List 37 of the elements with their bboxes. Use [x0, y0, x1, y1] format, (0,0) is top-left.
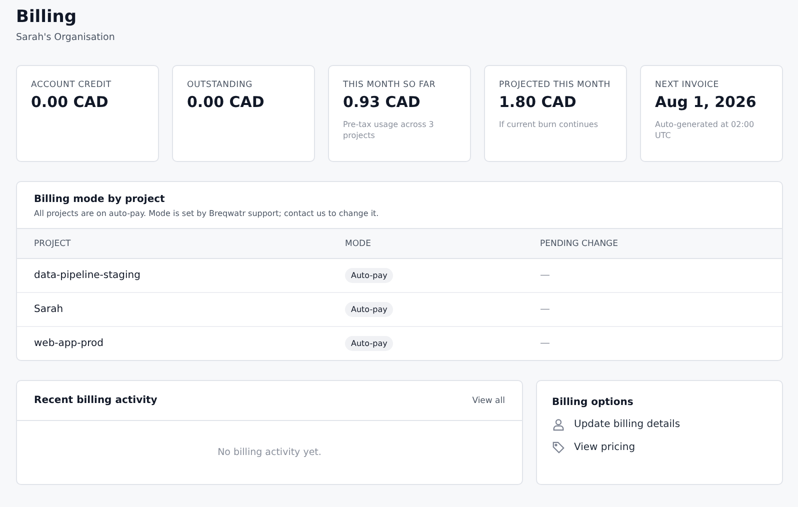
- table-cell-text: Sarah: [34, 304, 64, 315]
- stat-value: 0.93 CAD: [343, 93, 422, 111]
- column-header: MODE: [345, 238, 372, 248]
- column-header: PENDING CHANGE: [540, 238, 620, 248]
- panel-title: Recent billing activity: [34, 395, 158, 406]
- tag-icon: [552, 441, 565, 454]
- mode-tag: Auto-pay: [345, 336, 394, 351]
- table-cell-text: —: [540, 270, 551, 281]
- table-cell-text: data-pipeline-staging: [34, 270, 142, 281]
- person-icon: [552, 418, 565, 431]
- stat-note: If current burn continues: [499, 119, 599, 130]
- option-link[interactable]: Update billing details: [574, 419, 680, 430]
- stat-label: PROJECTED THIS MONTH: [499, 80, 612, 91]
- table-cell-text: —: [540, 304, 551, 315]
- stat-label: THIS MONTH SO FAR: [343, 80, 437, 91]
- mode-tag: Auto-pay: [345, 302, 394, 317]
- table-cell-text: web-app-prod: [34, 338, 104, 349]
- stat-value: 0.00 CAD: [187, 93, 266, 111]
- stat-label: ACCOUNT CREDIT: [31, 80, 112, 91]
- organisation-name: Sarah's Organisation: [16, 32, 116, 43]
- mode-tag: Auto-pay: [345, 268, 394, 283]
- option-link[interactable]: View pricing: [574, 442, 636, 453]
- stat-label: NEXT INVOICE: [655, 80, 720, 91]
- stat-note: Pre-tax usage across 3 projects: [343, 119, 435, 141]
- table-cell-text: —: [540, 338, 551, 349]
- stat-note: Auto-generated at 02:00 UTC: [655, 119, 756, 141]
- page-title: Billing: [16, 6, 78, 28]
- stat-value: Aug 1, 2026: [655, 93, 758, 111]
- empty-message: No billing activity yet.: [218, 446, 322, 458]
- column-header: PROJECT: [34, 238, 72, 248]
- stat-label: OUTSTANDING: [187, 80, 254, 91]
- panel-description: All projects are on auto-pay. Mode is set by Breqwatr support; contact us to change it.: [34, 209, 380, 218]
- panel-title: Billing mode by project: [34, 194, 166, 205]
- stat-value: 0.00 CAD: [31, 93, 110, 111]
- stat-value: 1.80 CAD: [499, 93, 578, 111]
- panel-title: Billing options: [552, 397, 634, 408]
- view-all-link[interactable]: View all: [472, 396, 505, 406]
